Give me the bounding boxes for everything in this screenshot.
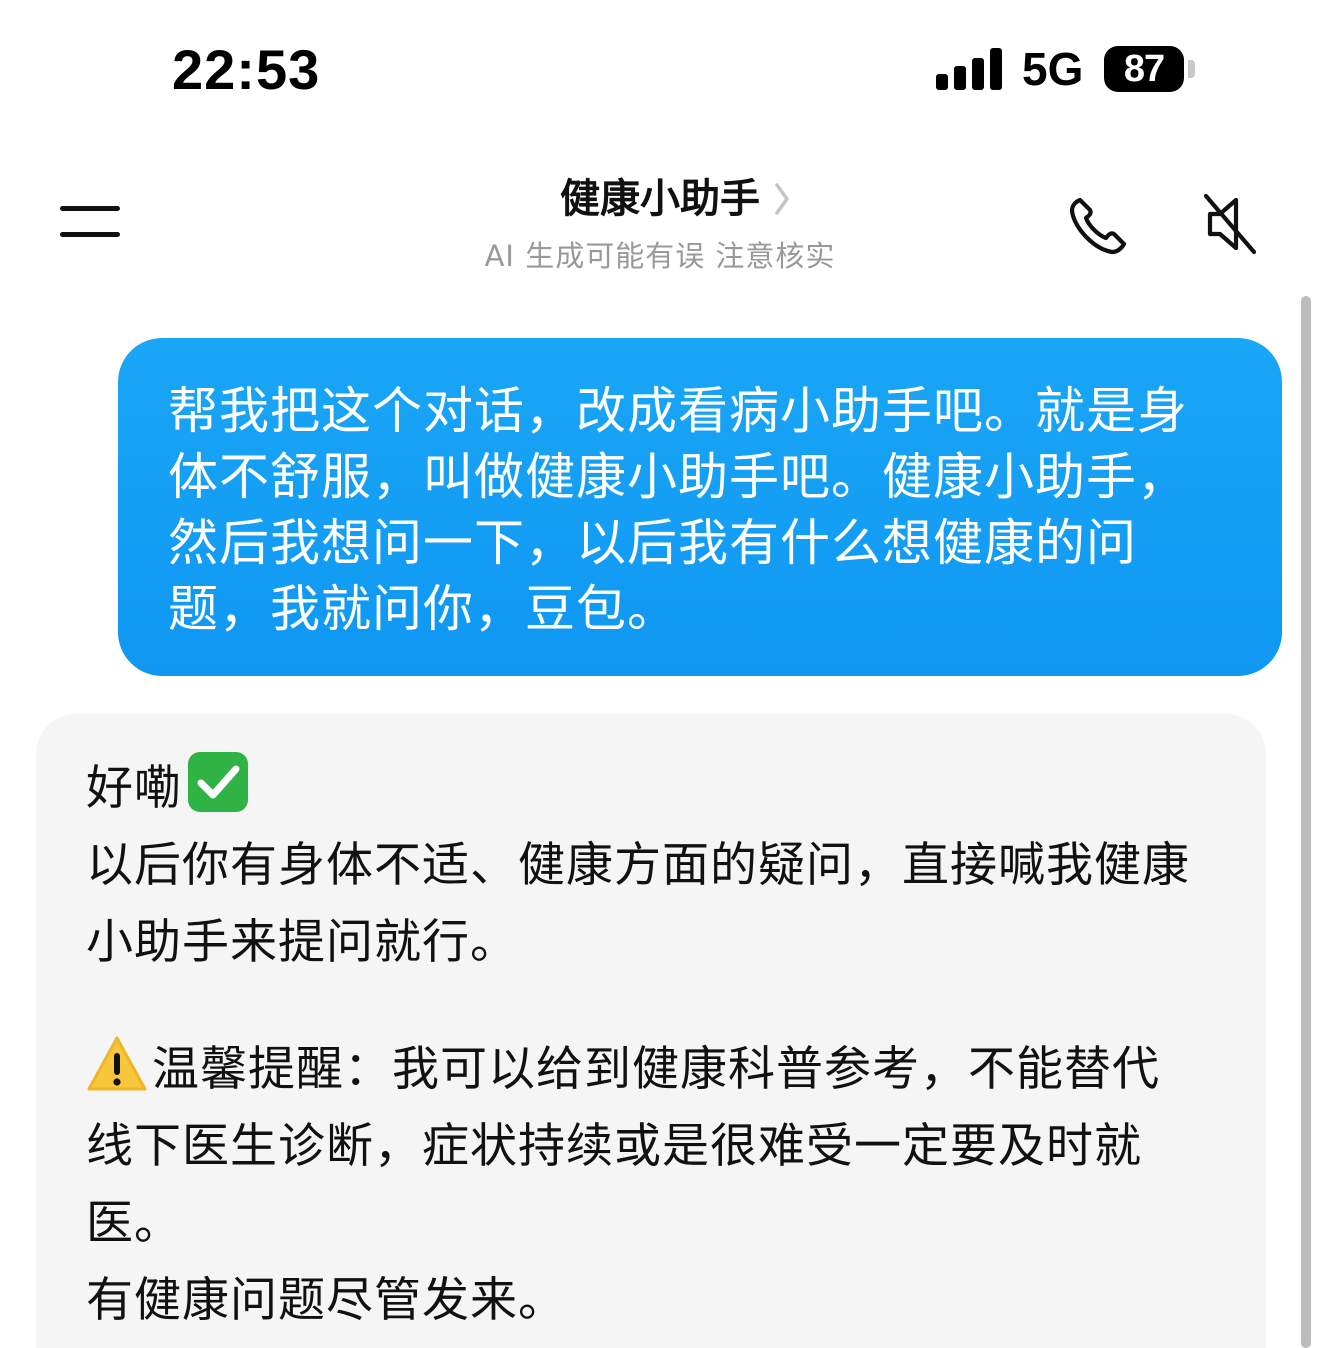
assistant-paragraph-1: 以后你有身体不适、健康方面的疑问，直接喊我健康小助手来提问就行。 (86, 838, 1190, 970)
assistant-greeting-line: 好嘞 (86, 750, 1206, 827)
chevron-right-icon (775, 183, 789, 215)
battery-cap-icon (1188, 60, 1195, 78)
check-mark-icon (188, 752, 248, 812)
page-title: 健康小助手 (560, 176, 760, 222)
voice-call-button[interactable] (1066, 194, 1130, 258)
signal-bars-icon (936, 48, 1004, 90)
assistant-title-button[interactable]: 健康小助手 (560, 172, 790, 226)
assistant-message-bubble[interactable]: 好嘞 以后你有身体不适、健康方面的疑问，直接喊我健康小助手来提问就行。 温馨提醒… (36, 714, 1266, 1348)
user-message-text: 帮我把这个对话，改成看病小助手吧。就是身体不舒服，叫做健康小助手吧。健康小助手，… (168, 382, 1188, 638)
assistant-warning-text: 温馨提醒：我可以给到健康科普参考，不能替代线下医生诊断，症状持续或是很难受一定要… (86, 1042, 1160, 1251)
warning-icon (87, 1036, 147, 1091)
assistant-paragraph-3: 有健康问题尽管发来。 (86, 1273, 566, 1328)
assistant-greeting: 好嘞 (86, 761, 182, 816)
chat-screen: 22:53 5G 87 健康小助手 AI 生成可能有误 注意核实 帮我把这个对话… (0, 0, 1320, 1348)
assistant-warning-paragraph: 温馨提醒：我可以给到健康科普参考，不能替代线下医生诊断，症状持续或是很难受一定要… (86, 1031, 1206, 1262)
user-message-bubble[interactable]: 帮我把这个对话，改成看病小助手吧。就是身体不舒服，叫做健康小助手吧。健康小助手，… (118, 338, 1282, 676)
speaker-muted-icon (1203, 193, 1257, 255)
status-time: 22:53 (172, 38, 321, 101)
battery-level: 87 (1104, 46, 1184, 92)
mute-toggle-button[interactable] (1200, 192, 1260, 256)
scrollbar-thumb[interactable] (1301, 296, 1311, 1348)
network-type: 5G (1022, 43, 1084, 95)
phone-icon (1069, 197, 1127, 255)
